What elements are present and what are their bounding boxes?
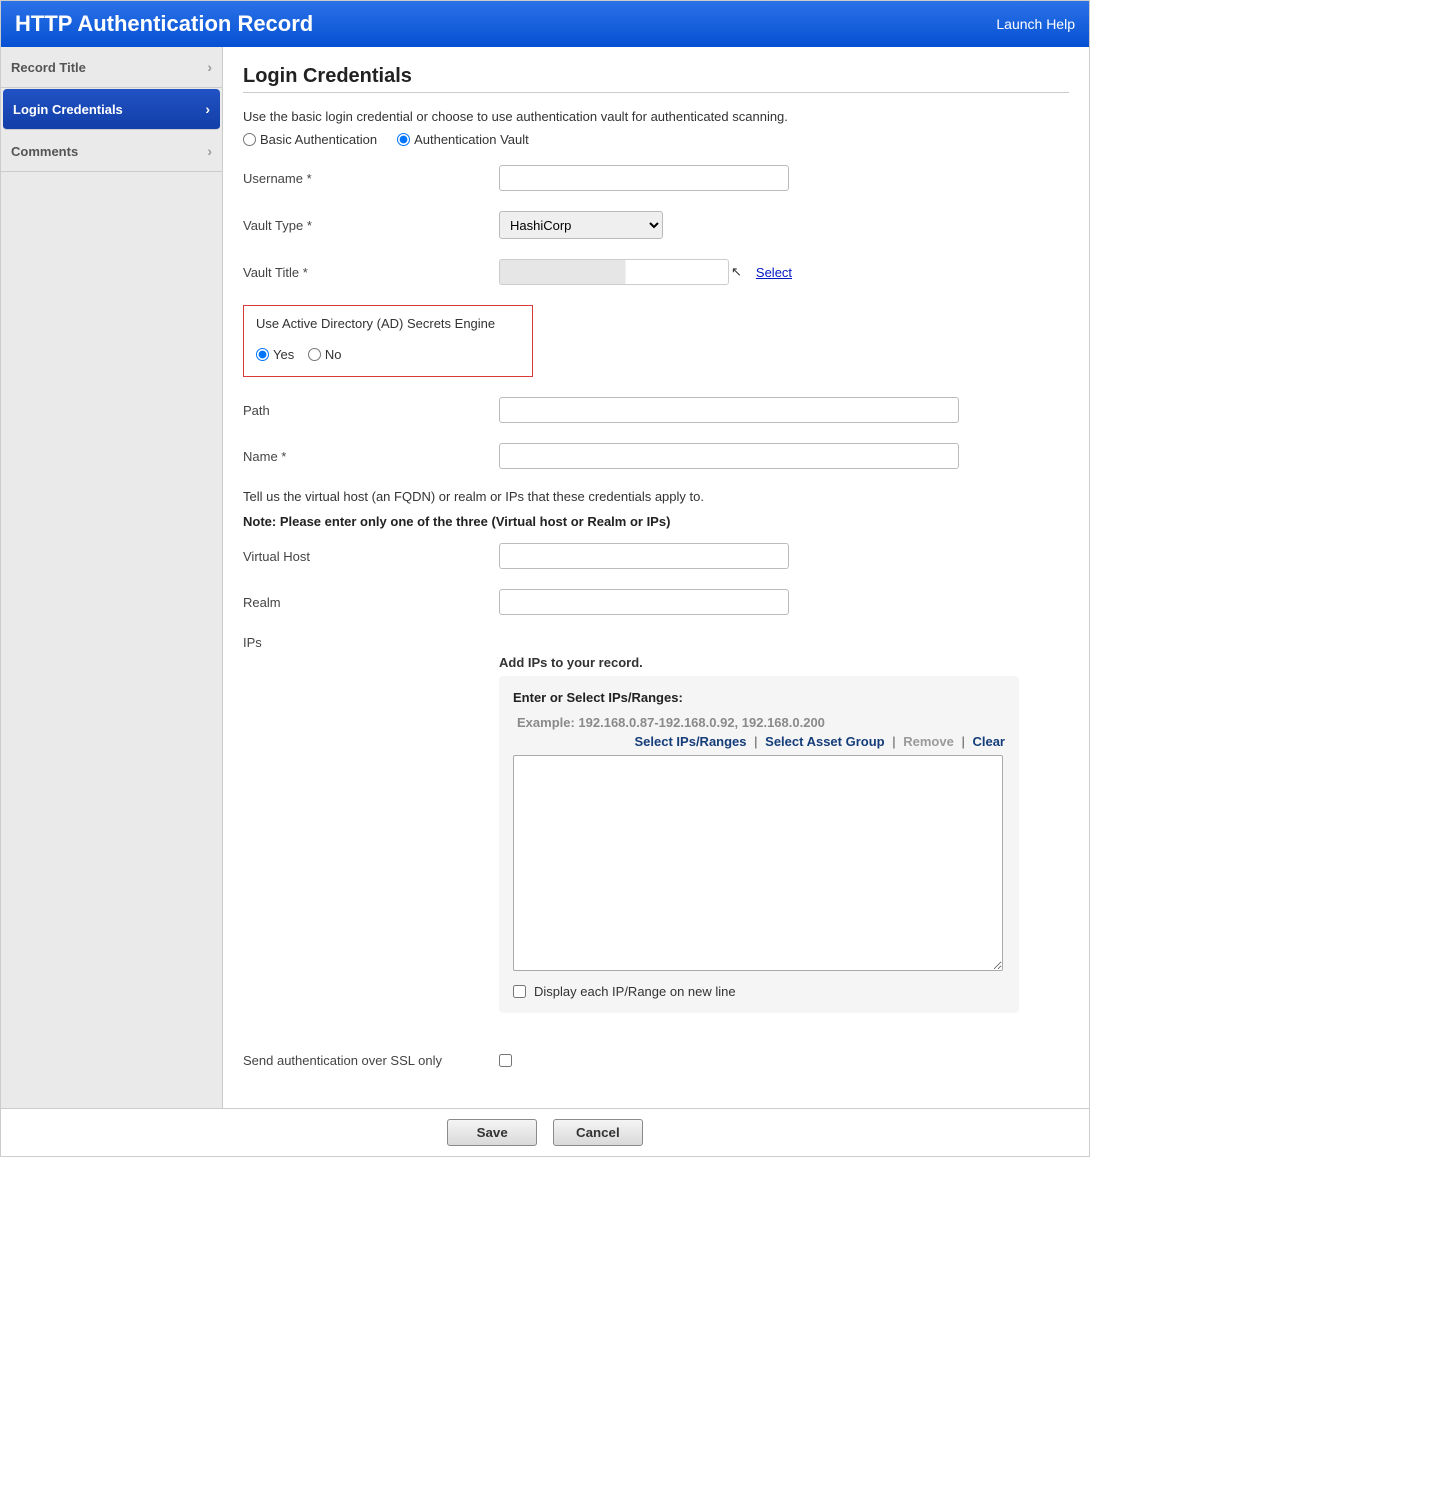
virtual-host-label: Virtual Host: [243, 549, 499, 564]
path-row: Path: [243, 397, 1069, 423]
page-heading: Login Credentials: [243, 65, 1069, 93]
basic-auth-radio[interactable]: [243, 133, 256, 146]
ips-action-links: Select IPs/Ranges | Select Asset Group |…: [513, 734, 1005, 749]
vault-type-select[interactable]: HashiCorp: [499, 211, 663, 239]
basic-auth-option[interactable]: Basic Authentication: [243, 132, 377, 147]
ad-question-label: Use Active Directory (AD) Secrets Engine: [256, 316, 520, 331]
ips-row: IPs Add IPs to your record. Enter or Sel…: [243, 635, 1069, 1013]
body: Record Title › Login Credentials › Comme…: [1, 47, 1089, 1108]
vault-title-select-link[interactable]: Select: [756, 265, 792, 280]
ips-panel: Enter or Select IPs/Ranges: Example: 192…: [499, 676, 1019, 1013]
ad-no-option[interactable]: No: [308, 347, 342, 362]
username-label: Username *: [243, 171, 499, 186]
vault-title-input[interactable]: [499, 259, 729, 285]
chevron-right-icon: ›: [207, 59, 212, 75]
sidebar-login-credentials[interactable]: Login Credentials ›: [3, 89, 220, 130]
virtual-host-row: Virtual Host: [243, 543, 1069, 569]
sidebar-comments[interactable]: Comments ›: [1, 131, 222, 172]
basic-auth-label: Basic Authentication: [260, 132, 377, 147]
ips-textarea[interactable]: [513, 755, 1003, 971]
path-label: Path: [243, 403, 499, 418]
name-input[interactable]: [499, 443, 959, 469]
virtual-host-input[interactable]: [499, 543, 789, 569]
ad-no-label: No: [325, 347, 342, 362]
ad-yes-radio[interactable]: [256, 348, 269, 361]
ips-panel-header: Enter or Select IPs/Ranges:: [513, 690, 1005, 705]
display-each-label: Display each IP/Range on new line: [534, 984, 736, 999]
save-button[interactable]: Save: [447, 1119, 537, 1146]
vault-auth-option[interactable]: Authentication Vault: [397, 132, 529, 147]
display-each-row: Display each IP/Range on new line: [513, 984, 1005, 999]
separator: |: [750, 734, 761, 749]
realm-input[interactable]: [499, 589, 789, 615]
name-label: Name *: [243, 449, 499, 464]
sidebar-item-label: Comments: [11, 144, 78, 159]
ssl-only-checkbox[interactable]: [499, 1054, 512, 1067]
cursor-icon: ↖: [731, 264, 742, 280]
ips-label: IPs: [243, 635, 499, 650]
remove-link-disabled: Remove: [903, 734, 954, 749]
vault-auth-label: Authentication Vault: [414, 132, 529, 147]
scope-note: Note: Please enter only one of the three…: [243, 514, 1069, 529]
path-input[interactable]: [499, 397, 959, 423]
chevron-right-icon: ›: [205, 101, 210, 117]
vault-type-row: Vault Type * HashiCorp: [243, 211, 1069, 239]
display-each-checkbox[interactable]: [513, 985, 526, 998]
separator: |: [957, 734, 968, 749]
ad-secrets-engine-box: Use Active Directory (AD) Secrets Engine…: [243, 305, 533, 377]
intro-text: Use the basic login credential or choose…: [243, 109, 1069, 124]
name-row: Name *: [243, 443, 1069, 469]
username-input[interactable]: [499, 165, 789, 191]
realm-row: Realm: [243, 589, 1069, 615]
separator: |: [888, 734, 899, 749]
auth-mode-row: Basic Authentication Authentication Vaul…: [243, 132, 1069, 147]
ad-yes-option[interactable]: Yes: [256, 347, 294, 362]
ad-no-radio[interactable]: [308, 348, 321, 361]
chevron-right-icon: ›: [207, 143, 212, 159]
ssl-only-row: Send authentication over SSL only: [243, 1053, 1069, 1068]
username-row: Username *: [243, 165, 1069, 191]
ips-container: Add IPs to your record. Enter or Select …: [499, 635, 1019, 1013]
sidebar-item-label: Login Credentials: [13, 102, 123, 117]
ips-title: Add IPs to your record.: [499, 655, 1019, 670]
scope-text: Tell us the virtual host (an FQDN) or re…: [243, 489, 1069, 504]
sidebar-record-title[interactable]: Record Title ›: [1, 47, 222, 88]
main-panel: Login Credentials Use the basic login cr…: [223, 47, 1089, 1108]
vault-type-label: Vault Type *: [243, 218, 499, 233]
select-ips-link[interactable]: Select IPs/Ranges: [635, 734, 747, 749]
launch-help-link[interactable]: Launch Help: [996, 16, 1075, 32]
ad-yes-label: Yes: [273, 347, 294, 362]
sidebar: Record Title › Login Credentials › Comme…: [1, 47, 223, 1108]
vault-title-label: Vault Title *: [243, 265, 499, 280]
sidebar-item-label: Record Title: [11, 60, 86, 75]
window-title: HTTP Authentication Record: [15, 11, 313, 37]
footer: Save Cancel: [1, 1108, 1089, 1156]
vault-title-row: Vault Title * ↖ Select: [243, 259, 1069, 285]
realm-label: Realm: [243, 595, 499, 610]
header-bar: HTTP Authentication Record Launch Help: [1, 1, 1089, 47]
vault-auth-radio[interactable]: [397, 133, 410, 146]
ips-example: Example: 192.168.0.87-192.168.0.92, 192.…: [517, 715, 1001, 730]
cancel-button[interactable]: Cancel: [553, 1119, 643, 1146]
ssl-only-label: Send authentication over SSL only: [243, 1053, 499, 1068]
clear-link[interactable]: Clear: [972, 734, 1005, 749]
select-asset-group-link[interactable]: Select Asset Group: [765, 734, 884, 749]
